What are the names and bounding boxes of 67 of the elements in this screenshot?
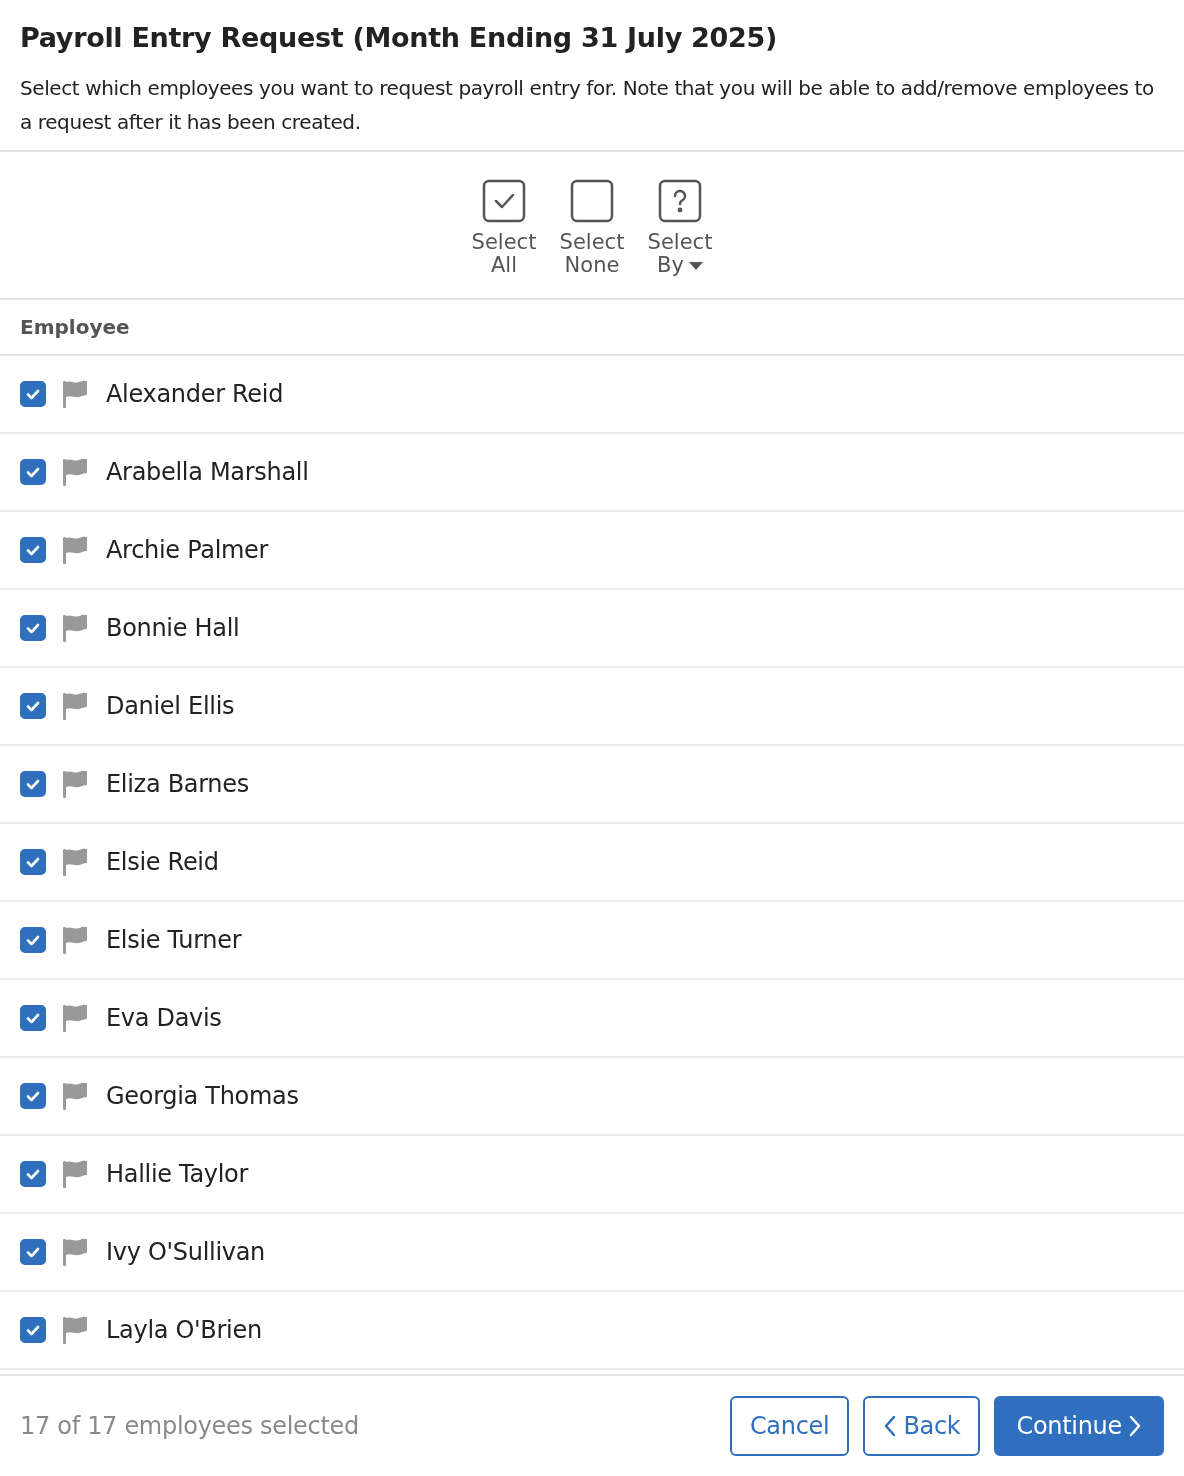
- employee-name: Hallie Taylor: [106, 1160, 249, 1188]
- checkbox[interactable]: [20, 1317, 46, 1343]
- checkbox[interactable]: [20, 381, 46, 407]
- employee-name: Eva Davis: [106, 1004, 222, 1032]
- back-button[interactable]: Back: [863, 1396, 981, 1456]
- checkbox-icon: [482, 179, 526, 223]
- page-title: Payroll Entry Request (Month Ending 31 July 2025): [20, 22, 779, 53]
- select-none-button[interactable]: Select None: [555, 179, 629, 277]
- employee-name: Eliza Barnes: [106, 770, 249, 798]
- select-all-button[interactable]: Select All: [467, 179, 541, 277]
- flag-icon[interactable]: [62, 1160, 88, 1188]
- chevron-left-icon: [883, 1415, 898, 1437]
- column-header: Employee: [20, 315, 130, 339]
- flag-icon[interactable]: [62, 926, 88, 954]
- checkbox[interactable]: [20, 615, 46, 641]
- flag-icon[interactable]: [62, 692, 88, 720]
- flag-icon[interactable]: [62, 770, 88, 798]
- flag-icon[interactable]: [62, 380, 88, 408]
- selection-status: 17 of 17 employees selected: [20, 1412, 360, 1440]
- flag-icon[interactable]: [62, 1316, 88, 1344]
- checkbox[interactable]: [20, 693, 46, 719]
- continue-button[interactable]: Continue: [994, 1396, 1164, 1456]
- checkbox[interactable]: [20, 537, 46, 563]
- checkmark-icon: [26, 388, 40, 400]
- flag-icon[interactable]: [62, 848, 88, 876]
- flag-icon[interactable]: [62, 1238, 88, 1266]
- employee-name: Daniel Ellis: [106, 692, 235, 720]
- employee-name: Arabella Marshall: [106, 458, 309, 486]
- checkmark-icon: [26, 1168, 40, 1180]
- checkmark-icon: [26, 934, 40, 946]
- chevron-right-icon: [1128, 1415, 1142, 1437]
- employee-name: Layla O'Brien: [106, 1316, 262, 1344]
- flag-icon[interactable]: [62, 458, 88, 486]
- select-by-button[interactable]: Select By: [643, 179, 717, 277]
- checkbox-icon: [570, 179, 614, 223]
- description-text: Select which employees you want to request payroll entry for. Note that you will be able to add/remove employees to a request after it has been created.: [20, 75, 1155, 136]
- employee-name: Archie Palmer: [106, 536, 269, 564]
- checkmark-icon: [26, 544, 40, 556]
- checkbox[interactable]: [20, 771, 46, 797]
- employee-name: Alexander Reid: [106, 380, 284, 408]
- cancel-button[interactable]: Cancel: [729, 1396, 850, 1456]
- employee-name: Bonnie Hall: [106, 614, 240, 642]
- checkbox[interactable]: [20, 1083, 46, 1109]
- checkbox[interactable]: [20, 1239, 46, 1265]
- checkbox[interactable]: [20, 1005, 46, 1031]
- flag-icon[interactable]: [62, 1004, 88, 1032]
- checkbox[interactable]: [20, 927, 46, 953]
- checkbox[interactable]: [20, 459, 46, 485]
- checkmark-icon: [26, 466, 40, 478]
- checkmark-icon: [26, 778, 40, 790]
- employee-name: Elsie Turner: [106, 926, 242, 954]
- checkmark-icon: [26, 856, 40, 868]
- employee-name: Georgia Thomas: [106, 1082, 299, 1110]
- checkmark-icon: [26, 622, 40, 634]
- checkmark-icon: [26, 1246, 40, 1258]
- checkbox[interactable]: [20, 849, 46, 875]
- flag-icon[interactable]: [62, 614, 88, 642]
- employee-name: Ivy O'Sullivan: [106, 1238, 265, 1266]
- checkmark-icon: [26, 700, 40, 712]
- flag-icon[interactable]: [62, 1082, 88, 1110]
- flag-icon[interactable]: [62, 536, 88, 564]
- checkmark-icon: [26, 1090, 40, 1102]
- checkbox[interactable]: [20, 1161, 46, 1187]
- checkbox-icon: [658, 179, 702, 223]
- employee-name: Elsie Reid: [106, 848, 219, 876]
- checkmark-icon: [26, 1012, 40, 1024]
- checkmark-icon: [26, 1324, 40, 1336]
